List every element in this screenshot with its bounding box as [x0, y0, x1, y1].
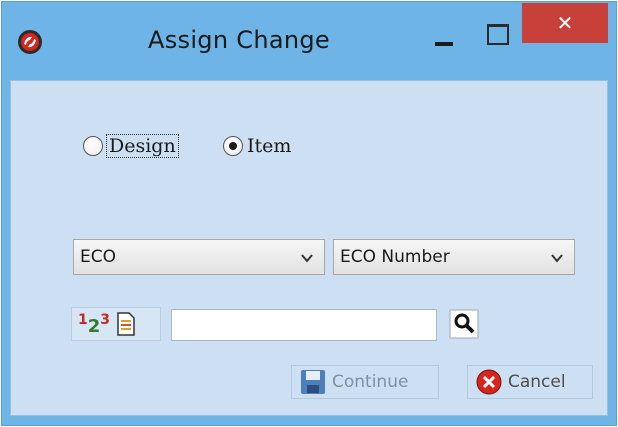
- search-icon[interactable]: [449, 309, 479, 339]
- item-radio-label: Item: [247, 135, 292, 157]
- close-button[interactable]: ✕: [522, 3, 608, 43]
- document-icon: [117, 312, 135, 336]
- cancel-icon: [476, 369, 502, 395]
- change-type-select[interactable]: ECO: [73, 239, 325, 275]
- change-type-value: ECO: [80, 247, 116, 267]
- numbering-icon: 123: [78, 311, 111, 337]
- search-input[interactable]: [171, 309, 437, 341]
- autonumber-button[interactable]: 123: [71, 307, 161, 341]
- cancel-button[interactable]: Cancel: [467, 365, 593, 399]
- window-title: Assign Change: [148, 26, 330, 54]
- minimize-button[interactable]: [422, 14, 466, 54]
- continue-button[interactable]: Continue: [291, 365, 439, 399]
- design-radio-label: Design: [106, 134, 179, 158]
- title-bar: Assign Change ✕: [2, 2, 616, 80]
- cancel-label: Cancel: [508, 372, 566, 392]
- field-value: ECO Number: [340, 247, 450, 267]
- dialog-body: Design Item ECO ECO Number 123 Continue …: [10, 80, 608, 416]
- app-logo-icon: [18, 30, 42, 54]
- assign-change-window: Assign Change ✕ Design Item ECO ECO Numb…: [1, 1, 617, 426]
- save-icon: [301, 370, 325, 394]
- maximize-button[interactable]: [474, 16, 518, 52]
- design-radio[interactable]: Design: [83, 134, 179, 158]
- item-radio[interactable]: Item: [223, 135, 291, 157]
- design-radio-button[interactable]: [83, 136, 103, 156]
- field-select[interactable]: ECO Number: [333, 239, 575, 275]
- close-icon: ✕: [556, 11, 574, 35]
- continue-label: Continue: [332, 372, 409, 392]
- chevron-down-icon: [301, 254, 313, 263]
- item-radio-button[interactable]: [223, 136, 243, 156]
- chevron-down-icon: [551, 254, 563, 263]
